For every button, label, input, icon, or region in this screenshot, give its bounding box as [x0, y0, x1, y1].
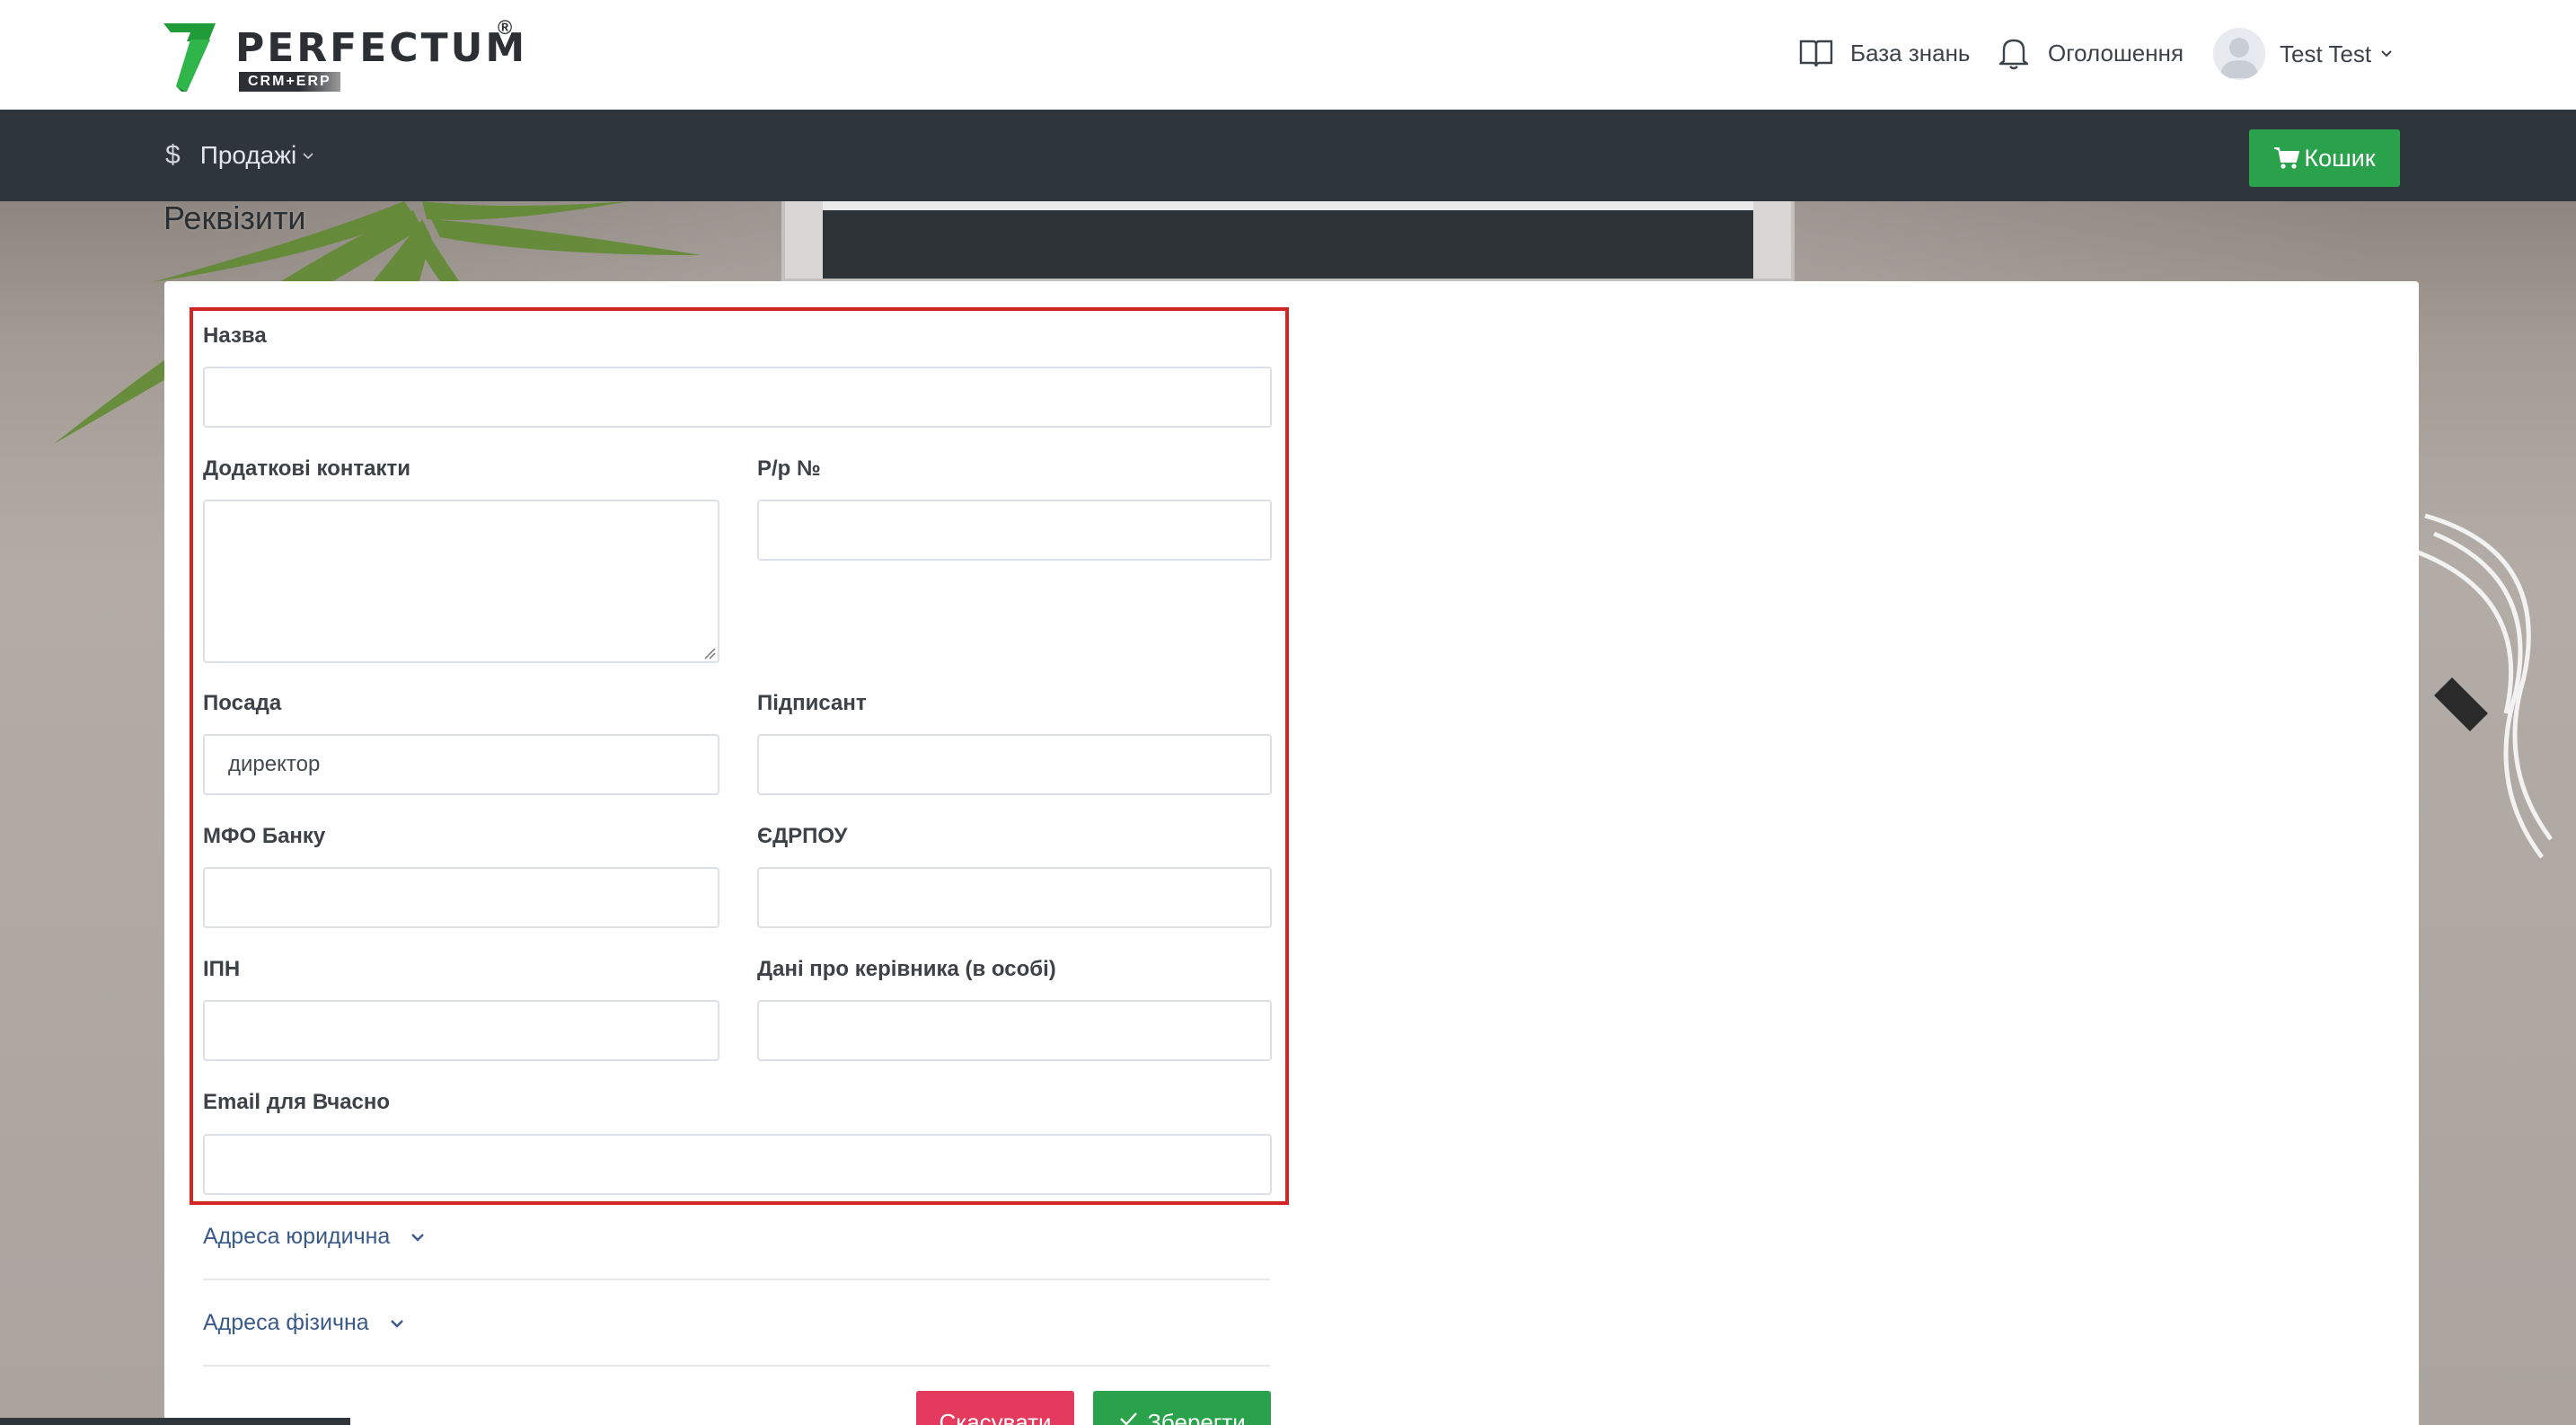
shopping-cart-icon: [2273, 146, 2300, 171]
chevron-down-icon: [410, 1229, 426, 1245]
name-input[interactable]: [203, 367, 1272, 428]
position-label: Посада: [203, 691, 282, 715]
mfo-input[interactable]: [203, 867, 719, 928]
announcements-label: Оголошення: [2048, 39, 2184, 66]
book-icon: [1798, 35, 1834, 71]
cancel-label: Скасувати: [939, 1409, 1052, 1425]
extra-contacts-textarea[interactable]: [203, 500, 719, 663]
physical-address-label: Адреса фізична: [203, 1310, 369, 1335]
edrpou-input[interactable]: [757, 867, 1272, 928]
chevron-down-icon: [389, 1315, 405, 1332]
email-input[interactable]: [203, 1134, 1272, 1195]
registered-mark: ®: [498, 16, 513, 39]
chevron-down-icon: [302, 149, 314, 162]
logo-wordmark: PERFECTUM: [235, 25, 528, 71]
cart-label: Кошик: [2304, 144, 2376, 172]
cable-image: [2416, 513, 2554, 859]
knowledge-base-label: База знань: [1850, 39, 1971, 66]
signer-input[interactable]: [757, 734, 1272, 795]
laptop-image: [781, 201, 1795, 282]
sales-menu[interactable]: $ Продажі: [165, 137, 314, 174]
chevron-down-icon: [2380, 48, 2393, 60]
logo-subtitle: CRM+ERP: [239, 72, 340, 92]
page-title: Реквізити: [163, 199, 306, 236]
edrpou-label: ЄДРПОУ: [757, 824, 848, 848]
sales-menu-label: Продажі: [199, 141, 297, 169]
knowledge-base-link[interactable]: База знань: [1798, 0, 1970, 106]
director-input[interactable]: [757, 1000, 1272, 1061]
ipn-input[interactable]: [203, 1000, 719, 1061]
save-button[interactable]: Зберегти: [1093, 1391, 1271, 1425]
announcements-link[interactable]: Оголошення: [1996, 0, 2183, 106]
email-label: Email для Вчасно: [203, 1090, 391, 1114]
director-label: Дані про керівника (в особі): [757, 957, 1056, 981]
signer-label: Підписант: [757, 691, 867, 715]
name-label: Назва: [203, 323, 267, 348]
legal-address-label: Адреса юридична: [203, 1224, 391, 1249]
section-divider: [203, 1365, 1270, 1367]
avatar: [2213, 28, 2265, 80]
dollar-icon: $: [165, 140, 181, 170]
position-input[interactable]: директор: [203, 734, 719, 795]
mfo-label: МФО Банку: [203, 824, 326, 848]
top-header: PERFECTUM ® CRM+ERP База знань Оголошенн…: [0, 0, 2576, 110]
logo-mark-icon: [163, 23, 216, 92]
extra-contacts-label: Додаткові контакти: [203, 456, 410, 481]
user-menu[interactable]: Test Test: [2213, 27, 2393, 81]
section-divider: [203, 1279, 1270, 1280]
bottom-scrollbar: [0, 1418, 350, 1425]
save-label: Зберегти: [1147, 1409, 1246, 1425]
user-name: Test Test: [2280, 40, 2372, 67]
account-input[interactable]: [757, 500, 1272, 561]
physical-address-toggle[interactable]: Адреса фізична: [203, 1310, 405, 1336]
bell-icon: [1996, 35, 2032, 71]
main-navbar: $ Продажі: [0, 110, 2576, 201]
account-label: Р/р №: [757, 456, 821, 481]
cancel-button[interactable]: Скасувати: [916, 1391, 1074, 1425]
ipn-label: ІПН: [203, 957, 241, 981]
cart-button[interactable]: Кошик: [2249, 129, 2400, 187]
legal-address-toggle[interactable]: Адреса юридична: [203, 1224, 426, 1250]
checkmark-icon: [1118, 1409, 1138, 1425]
resize-grip-icon[interactable]: [701, 645, 716, 659]
brand-logo[interactable]: PERFECTUM ® CRM+ERP: [163, 16, 525, 97]
